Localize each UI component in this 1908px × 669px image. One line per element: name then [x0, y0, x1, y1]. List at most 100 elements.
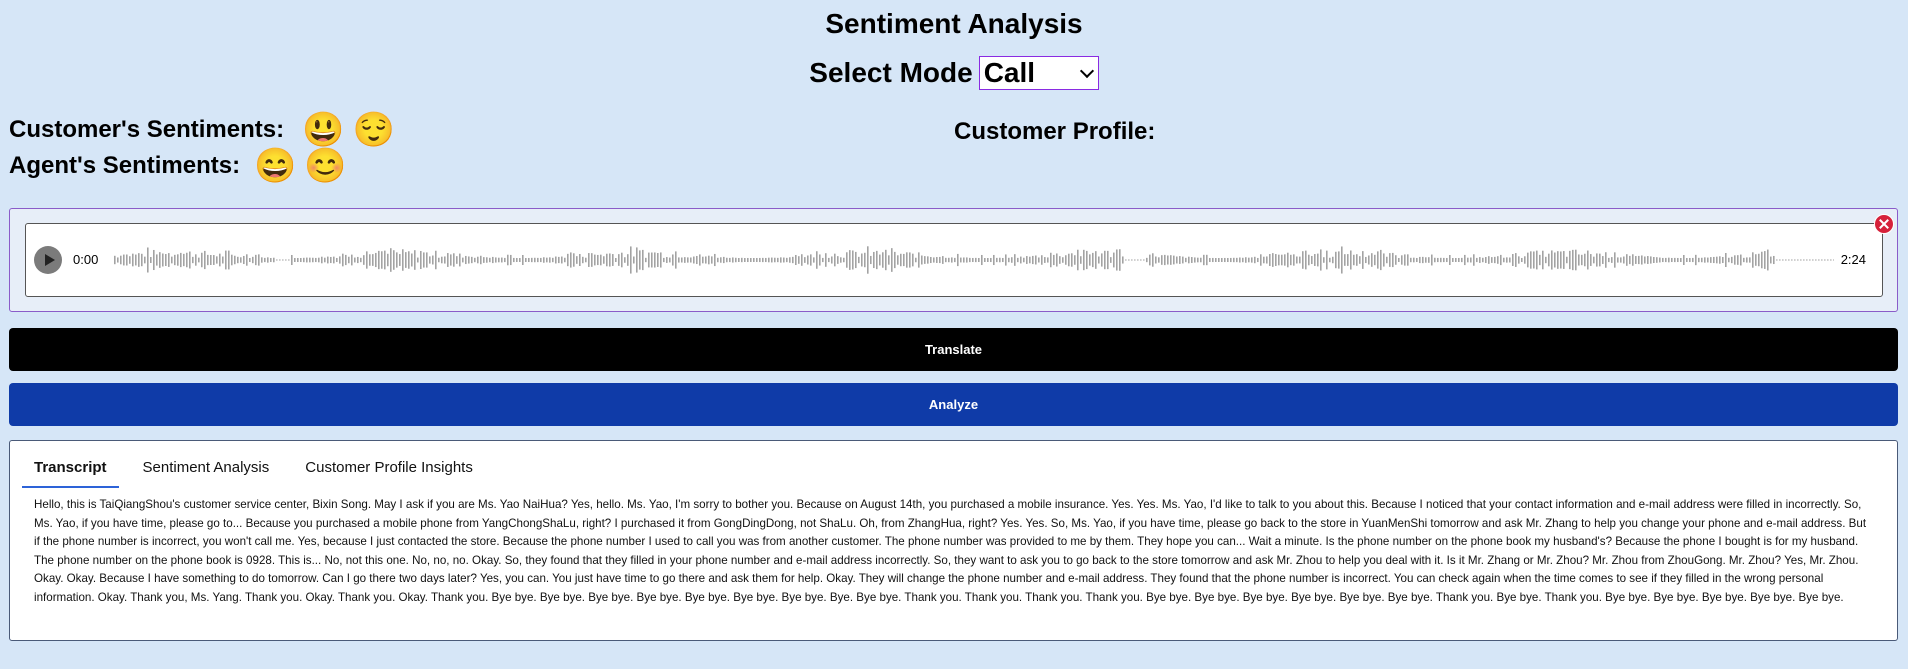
waveform-bar: [1482, 257, 1484, 263]
waveform-bar: [1260, 254, 1262, 266]
translate-button[interactable]: Translate: [9, 328, 1898, 371]
waveform-bar: [204, 250, 206, 270]
waveform-bar: [1284, 254, 1286, 266]
waveform-bar: [1815, 259, 1817, 261]
waveform-bar: [462, 257, 464, 263]
waveform-bar: [1425, 257, 1427, 263]
waveform-bar: [1314, 254, 1316, 266]
waveform-bar: [1374, 254, 1376, 266]
waveform-bar: [1089, 254, 1091, 266]
waveform-bar: [1440, 257, 1442, 263]
waveform-bar: [180, 252, 182, 268]
waveform-bar: [759, 257, 761, 263]
waveform-bar: [684, 257, 686, 263]
waveform-bar: [297, 257, 299, 263]
waveform-bar: [879, 254, 881, 266]
waveform-bar: [1287, 252, 1289, 268]
waveform-bar: [216, 256, 218, 264]
waveform-bar: [1485, 257, 1487, 263]
waveform-bar: [1398, 257, 1400, 263]
waveform-bar: [294, 257, 296, 263]
waveform-bar: [1437, 257, 1439, 263]
waveform-bar: [1170, 255, 1172, 265]
waveform-bar: [1038, 257, 1040, 263]
waveform-bar: [1071, 253, 1073, 267]
waveform-bar: [1326, 250, 1328, 270]
play-icon[interactable]: [34, 246, 62, 274]
waveform-bar: [1518, 256, 1520, 264]
waveform-bar: [1167, 255, 1169, 265]
waveform-bar: [1527, 252, 1529, 268]
waveform-bar: [165, 254, 167, 266]
waveform-bar: [1248, 257, 1250, 263]
total-time: 2:24: [1840, 252, 1866, 267]
tab-transcript[interactable]: Transcript: [22, 449, 119, 488]
waveform-bar: [1320, 249, 1322, 271]
waveform-bar: [1008, 257, 1010, 263]
waveform-bar: [1356, 254, 1358, 266]
waveform-bar: [219, 253, 221, 267]
waveform-bar: [516, 257, 518, 263]
waveform-bar: [942, 256, 944, 264]
waveform-bar: [585, 257, 587, 263]
waveform-bar: [201, 252, 203, 268]
waveform-bar: [1185, 257, 1187, 263]
waveform-bar: [1191, 257, 1193, 263]
waveform-bar: [1404, 254, 1406, 266]
tab-customer-profile-insights[interactable]: Customer Profile Insights: [293, 449, 485, 488]
agent-sentiments-row: Agent's Sentiments: 😄 😊: [9, 148, 347, 184]
waveform-bar: [1449, 254, 1451, 266]
waveform-bar: [1050, 252, 1052, 268]
waveform-bar: [597, 254, 599, 266]
analyze-button[interactable]: Analyze: [9, 383, 1898, 426]
waveform-bar: [876, 250, 878, 270]
waveform-bar: [702, 256, 704, 264]
waveform-bar: [453, 253, 455, 267]
waveform-bar: [600, 254, 602, 266]
waveform-bar: [1017, 257, 1019, 263]
waveform-bar: [1710, 257, 1712, 263]
waveform-bar: [189, 251, 191, 269]
waveform-bar: [372, 254, 374, 266]
waveform-bar: [1587, 250, 1589, 270]
close-icon[interactable]: [1874, 214, 1894, 234]
waveform-bar: [531, 257, 533, 263]
waveform-bar: [225, 250, 227, 270]
waveform-bar: [1707, 257, 1709, 263]
waveform-bar: [369, 254, 371, 266]
waveform-bar: [1800, 259, 1802, 261]
waveform-bar: [972, 257, 974, 263]
waveform-bar: [570, 252, 572, 268]
waveform-bar: [1086, 250, 1088, 270]
waveform[interactable]: [114, 238, 1834, 282]
waveform-bar: [333, 256, 335, 264]
waveform-bar: [318, 257, 320, 263]
waveform-bar: [1809, 259, 1811, 261]
waveform-bar: [1362, 251, 1364, 269]
waveform-bar: [1173, 255, 1175, 265]
waveform-bar: [1236, 257, 1238, 263]
waveform-bar: [540, 257, 542, 263]
waveform-bar: [1644, 256, 1646, 264]
waveform-bar: [1179, 256, 1181, 264]
tab-sentiment-analysis[interactable]: Sentiment Analysis: [131, 449, 282, 488]
waveform-bar: [765, 257, 767, 263]
waveform-bar: [1401, 255, 1403, 265]
waveform-bar: [1251, 257, 1253, 263]
mode-select-value: Call: [983, 57, 1036, 88]
mode-select[interactable]: Call: [978, 56, 1099, 90]
waveform-bar: [1761, 251, 1763, 269]
waveform-bar: [1497, 256, 1499, 264]
waveform-bar: [1758, 253, 1760, 267]
waveform-bar: [1746, 257, 1748, 263]
waveform-bar: [621, 252, 623, 268]
waveform-bar: [267, 257, 269, 263]
waveform-bar: [1032, 255, 1034, 265]
waveform-bar: [285, 259, 287, 261]
mode-label: Select Mode: [809, 57, 973, 88]
waveform-bar: [129, 256, 131, 264]
waveform-bar: [420, 250, 422, 270]
waveform-bar: [924, 256, 926, 264]
waveform-bar: [1812, 259, 1814, 261]
waveform-bar: [378, 250, 380, 270]
